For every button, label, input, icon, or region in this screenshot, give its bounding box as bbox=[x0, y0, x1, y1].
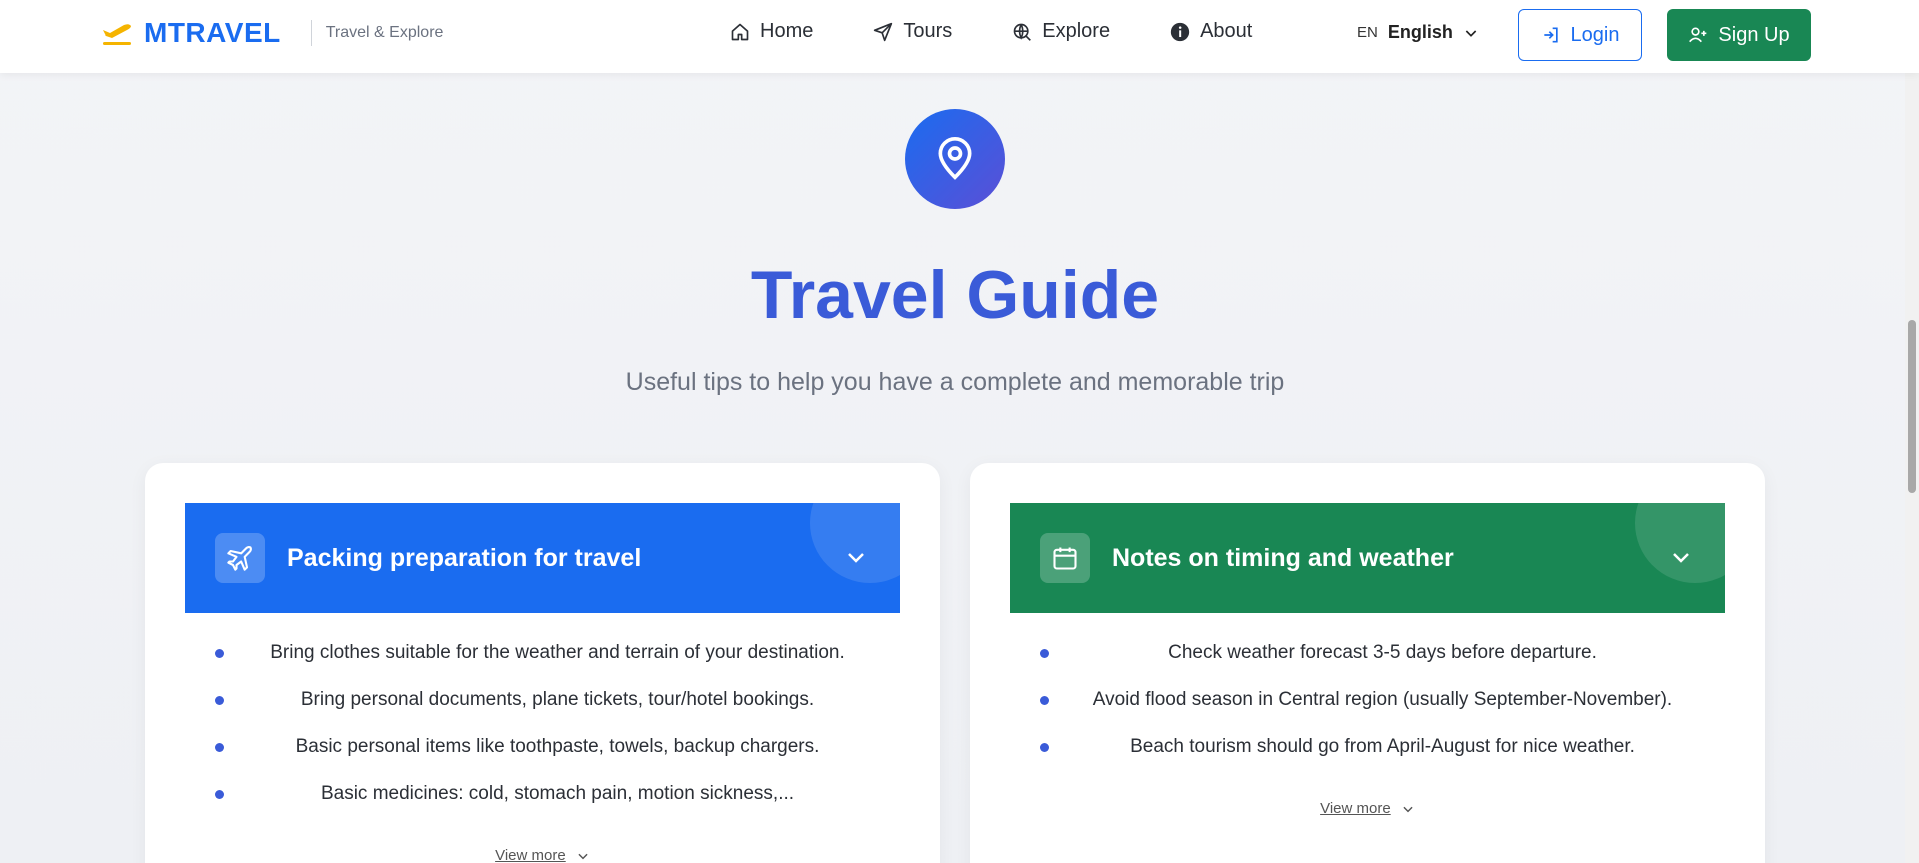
info-icon bbox=[1170, 22, 1190, 41]
list-item: Bring clothes suitable for the weather a… bbox=[185, 638, 900, 685]
nav-tours[interactable]: Tours bbox=[873, 20, 952, 43]
send-icon bbox=[874, 22, 893, 41]
card-icon-badge bbox=[215, 533, 265, 583]
nav-about[interactable]: About bbox=[1170, 20, 1252, 43]
language-name: English bbox=[1387, 22, 1453, 42]
plane-logo-icon bbox=[103, 24, 131, 45]
chevron-down-icon bbox=[1465, 29, 1477, 37]
brand-tagline: Travel & Explore bbox=[325, 24, 444, 41]
login-icon bbox=[1543, 27, 1558, 43]
tip-text: Basic medicines: cold, stomach pain, mot… bbox=[320, 783, 795, 804]
nav-about-label: About bbox=[1200, 20, 1253, 42]
user-plus-icon bbox=[1689, 27, 1707, 43]
card-icon-badge bbox=[1040, 533, 1090, 583]
tip-text: Beach tourism should go from April-Augus… bbox=[1130, 736, 1635, 757]
chevron-down-icon bbox=[1403, 806, 1413, 813]
page-title: Travel Guide bbox=[750, 257, 1160, 333]
brand-divider bbox=[310, 20, 312, 46]
signup-button[interactable]: Sign Up bbox=[1667, 9, 1811, 61]
bullet-icon bbox=[215, 790, 224, 799]
view-more-link[interactable]: View more bbox=[145, 847, 940, 863]
language-selector[interactable]: EN English bbox=[1357, 22, 1479, 43]
view-more-label: View more bbox=[495, 847, 566, 863]
card-title: Packing preparation for travel bbox=[287, 543, 642, 572]
tip-text: Bring clothes suitable for the weather a… bbox=[270, 642, 845, 663]
decor-circle bbox=[810, 503, 900, 583]
chevron-down-icon bbox=[848, 553, 864, 563]
chevron-down-icon bbox=[578, 853, 588, 860]
hero-badge bbox=[905, 109, 1005, 209]
top-navbar: MTRAVEL Travel & Explore Home Tours Expl… bbox=[0, 0, 1919, 73]
bullet-icon bbox=[215, 649, 224, 658]
view-more-label: View more bbox=[1320, 800, 1391, 817]
bullet-icon bbox=[1040, 743, 1049, 752]
login-button[interactable]: Login bbox=[1518, 9, 1642, 61]
list-item: Beach tourism should go from April-Augus… bbox=[1010, 732, 1725, 779]
tip-text: Bring personal documents, plane tickets,… bbox=[300, 689, 815, 710]
accordion-header-timing[interactable]: Notes on timing and weather bbox=[1010, 503, 1725, 613]
bullet-icon bbox=[215, 696, 224, 705]
language-code: EN bbox=[1357, 24, 1378, 41]
home-icon bbox=[731, 23, 749, 40]
list-item: Check weather forecast 3-5 days before d… bbox=[1010, 638, 1725, 685]
main-nav: Home Tours Explore About bbox=[730, 20, 1312, 43]
tip-list: Check weather forecast 3-5 days before d… bbox=[1010, 638, 1725, 779]
nav-explore-label: Explore bbox=[1042, 20, 1111, 42]
tip-list: Bring clothes suitable for the weather a… bbox=[185, 638, 900, 826]
calendar-icon bbox=[1053, 547, 1077, 570]
chevron-down-icon bbox=[1673, 553, 1689, 563]
nav-home[interactable]: Home bbox=[730, 20, 813, 43]
page-subtitle: Useful tips to help you have a complete … bbox=[625, 368, 1285, 396]
tip-text: Avoid flood season in Central region (us… bbox=[1092, 689, 1673, 710]
list-item: Basic personal items like toothpaste, to… bbox=[185, 732, 900, 779]
signup-label: Sign Up bbox=[1718, 23, 1790, 46]
view-more-link[interactable]: View more bbox=[970, 800, 1765, 817]
brand-name: MTRAVEL bbox=[144, 17, 281, 48]
list-item: Basic medicines: cold, stomach pain, mot… bbox=[185, 779, 900, 826]
bullet-icon bbox=[1040, 649, 1049, 658]
bullet-icon bbox=[1040, 696, 1049, 705]
list-item: Bring personal documents, plane tickets,… bbox=[185, 685, 900, 732]
scrollbar-thumb[interactable] bbox=[1908, 320, 1916, 493]
card-title: Notes on timing and weather bbox=[1112, 543, 1454, 572]
nav-explore[interactable]: Explore bbox=[1012, 20, 1110, 43]
globe-search-icon bbox=[1013, 23, 1032, 41]
guide-card-packing: Packing preparation for travel Bring clo… bbox=[145, 463, 940, 863]
map-pin-icon bbox=[938, 137, 972, 180]
nav-tours-label: Tours bbox=[903, 20, 953, 42]
guide-card-timing: Notes on timing and weather Check weathe… bbox=[970, 463, 1765, 863]
tip-text: Check weather forecast 3-5 days before d… bbox=[1168, 642, 1597, 663]
login-label: Login bbox=[1570, 23, 1620, 46]
bullet-icon bbox=[215, 743, 224, 752]
nav-home-label: Home bbox=[760, 20, 814, 42]
decor-circle bbox=[1635, 503, 1725, 583]
plane-icon bbox=[227, 546, 252, 571]
page-scrollbar[interactable] bbox=[1905, 0, 1919, 863]
list-item: Avoid flood season in Central region (us… bbox=[1010, 685, 1725, 732]
brand[interactable]: MTRAVEL Travel & Explore bbox=[100, 16, 443, 50]
tip-text: Basic personal items like toothpaste, to… bbox=[295, 736, 820, 757]
accordion-header-packing[interactable]: Packing preparation for travel bbox=[185, 503, 900, 613]
